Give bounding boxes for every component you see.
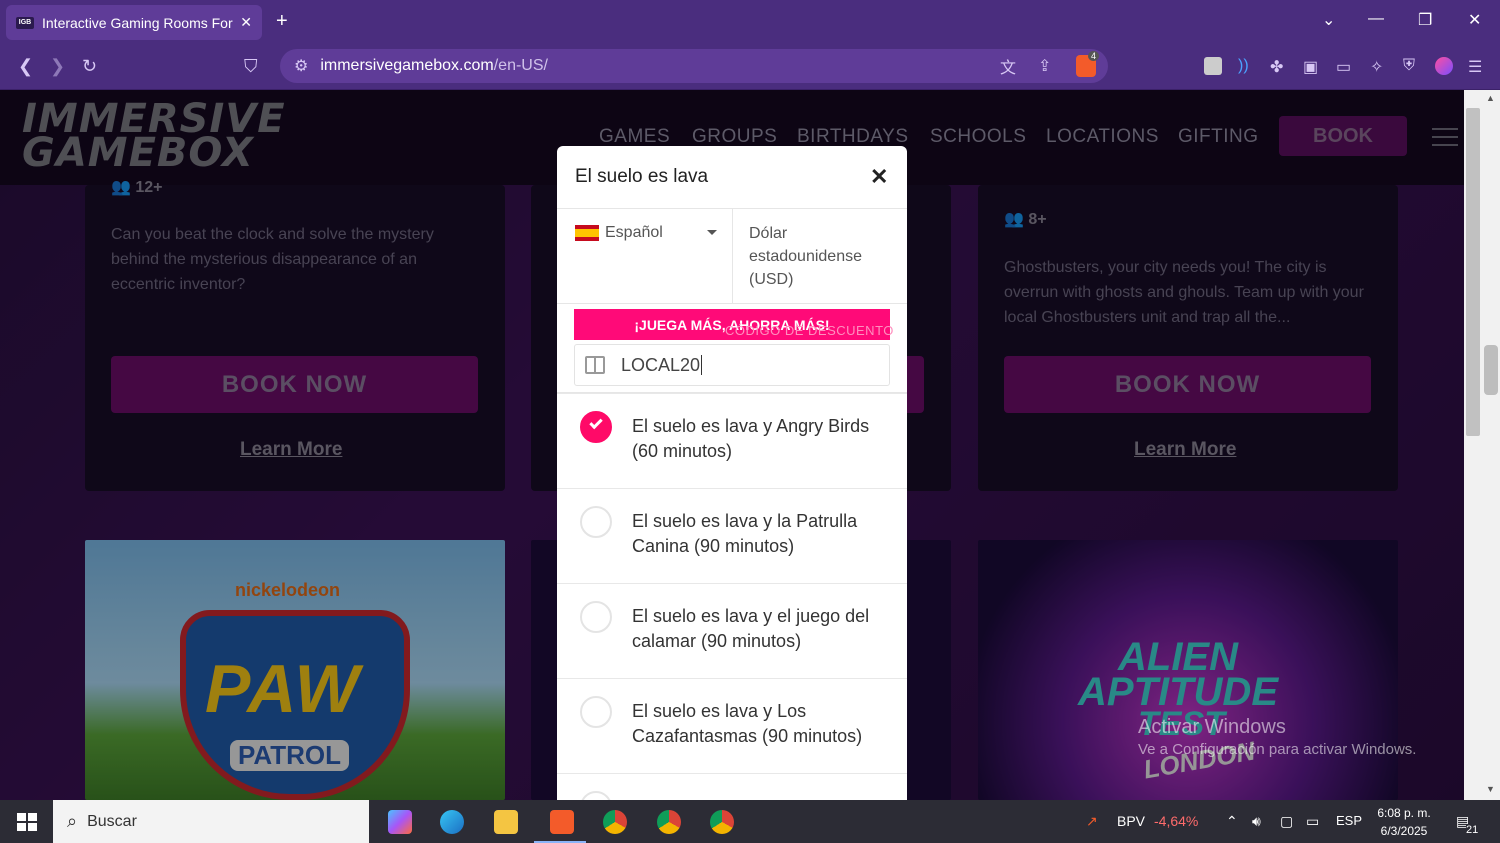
forward-icon[interactable]: ❯ xyxy=(50,56,65,77)
option-row[interactable]: El suelo es lava y la Patrulla Canina (9… xyxy=(557,488,907,583)
time: 6:08 p. m. xyxy=(1377,806,1431,820)
bookmark-icon[interactable]: ⛉ xyxy=(244,56,258,77)
rewards-icon[interactable] xyxy=(1435,57,1453,75)
wallet-icon[interactable]: ▭ xyxy=(1336,57,1351,77)
radio-icon[interactable] xyxy=(580,601,612,633)
option-label: El suelo es lava y Angry Birds (60 minut… xyxy=(632,416,870,461)
close-window-icon[interactable]: ✕ xyxy=(1468,10,1481,30)
gift-icon xyxy=(585,356,605,374)
watermark-subtitle: Ve a Configuración para activar Windows. xyxy=(1138,741,1417,758)
divider xyxy=(732,209,733,303)
edge-icon[interactable] xyxy=(440,810,464,834)
scrollbar-thumb[interactable] xyxy=(1466,108,1480,436)
leo-ai-icon[interactable]: ✧ xyxy=(1370,57,1383,77)
browser-tab-strip: IGB Interactive Gaming Rooms For / ✕ + ⌄… xyxy=(0,0,1500,44)
language-selector[interactable]: Español xyxy=(575,224,663,242)
reload-icon[interactable]: ↻ xyxy=(82,56,97,77)
restore-icon[interactable]: ❐ xyxy=(1418,10,1432,30)
option-row[interactable]: El suelo es lava y el juego del calamar … xyxy=(557,583,907,678)
booking-modal: El suelo es lava ✕ Español Dólar estadou… xyxy=(557,146,907,800)
site-settings-icon[interactable]: ⚙ xyxy=(294,56,308,76)
stock-trend-icon: ↗ xyxy=(1086,813,1098,829)
notification-count: 21 xyxy=(1466,824,1479,836)
translate-icon[interactable]: 文 xyxy=(1000,54,1016,78)
copilot-icon[interactable] xyxy=(388,810,412,834)
sidebar-icon[interactable]: ▣ xyxy=(1303,57,1318,77)
close-tab-icon[interactable]: ✕ xyxy=(240,14,252,31)
chrome-profile-2-icon[interactable] xyxy=(710,810,734,834)
option-label: El suelo es lava y Los Cazafantasmas (90… xyxy=(632,701,863,746)
stock-name[interactable]: BPV xyxy=(1117,813,1145,829)
radio-icon[interactable] xyxy=(580,791,612,800)
volume-icon[interactable]: 🔊︎ xyxy=(1252,813,1261,830)
input-language[interactable]: ESP xyxy=(1336,813,1362,828)
browser-tab[interactable]: IGB Interactive Gaming Rooms For / ✕ xyxy=(6,5,262,40)
chevron-up-icon[interactable]: ⌃ xyxy=(1226,813,1238,830)
discount-code-value: LOCAL20 xyxy=(621,354,701,375)
option-row[interactable]: El suelo es lava y Los Cazafantasmas (90… xyxy=(557,678,907,773)
extension-icon[interactable] xyxy=(1204,57,1222,75)
search-placeholder: Buscar xyxy=(87,812,137,830)
scrollbar-thumb-secondary[interactable] xyxy=(1484,345,1498,395)
new-tab-icon[interactable]: + xyxy=(276,10,288,33)
spain-flag-icon xyxy=(575,225,599,241)
search-icon: ⌕ xyxy=(67,811,78,831)
chrome-icon[interactable] xyxy=(603,810,627,834)
option-label: El suelo es lava y la Patrulla Canina (9… xyxy=(632,511,858,556)
currency-selector[interactable]: Dólar estadounidense (USD) xyxy=(749,222,889,291)
watermark-title: Activar Windows xyxy=(1138,716,1286,738)
radio-icon[interactable] xyxy=(580,506,612,538)
network-icon[interactable]: ▭ xyxy=(1306,813,1319,830)
text-cursor xyxy=(701,355,703,375)
option-row-partial[interactable] xyxy=(557,773,907,800)
back-icon[interactable]: ❮ xyxy=(18,56,33,77)
windows-watermark: Activar Windows Ve a Configuración para … xyxy=(1138,716,1416,758)
browser-toolbar: ❮ ❯ ↻ ⛉ ⚙ immersivegamebox.com/en-US/ 文 … xyxy=(0,44,1500,90)
vpn-icon[interactable]: ⛨ xyxy=(1403,57,1415,75)
wallet-waves-icon[interactable]: )) xyxy=(1238,57,1249,75)
chevron-down-icon[interactable] xyxy=(707,230,717,235)
option-label: El suelo es lava y el juego del calamar … xyxy=(632,606,870,651)
discount-code-field[interactable]: LOCAL20 xyxy=(574,344,890,386)
brave-icon[interactable] xyxy=(550,810,574,834)
stock-change: -4,64% xyxy=(1154,813,1199,829)
radio-icon[interactable] xyxy=(580,696,612,728)
address-bar[interactable]: ⚙ immersivegamebox.com/en-US/ 文 ⇪ 4 xyxy=(280,49,1108,83)
share-icon[interactable]: ⇪ xyxy=(1038,56,1051,76)
taskbar-search[interactable]: ⌕ Buscar xyxy=(53,800,369,843)
promo-ghost-text: CÓDIGO DE DESCUENTO xyxy=(725,323,894,338)
tab-title: Interactive Gaming Rooms For / xyxy=(42,14,235,31)
close-icon[interactable]: ✕ xyxy=(870,164,888,190)
menu-icon[interactable]: ☰ xyxy=(1468,57,1482,77)
option-row[interactable]: El suelo es lava y Angry Birds (60 minut… xyxy=(557,393,907,488)
puzzle-icon[interactable]: ✤ xyxy=(1270,57,1283,77)
url-host: immersivegamebox.com xyxy=(320,57,494,74)
scroll-down-icon[interactable]: ▼ xyxy=(1486,784,1495,794)
minimize-icon[interactable]: — xyxy=(1368,10,1384,28)
chrome-profile-icon[interactable] xyxy=(657,810,681,834)
modal-title: El suelo es lava xyxy=(575,166,709,187)
file-explorer-icon[interactable] xyxy=(494,810,518,834)
tab-search-chevron-icon[interactable]: ⌄ xyxy=(1322,10,1335,30)
site-favicon-icon: IGB xyxy=(16,16,34,29)
windows-start-icon[interactable] xyxy=(17,813,37,831)
battery-icon[interactable]: ▢ xyxy=(1280,813,1293,830)
clock[interactable]: 6:08 p. m. 6/3/2025 xyxy=(1372,804,1436,840)
language-label: Español xyxy=(605,224,663,241)
windows-taskbar: ⌕ Buscar ↗ BPV -4,64% ⌃ 🔊︎ ▢ ▭ ESP 6:08 … xyxy=(0,800,1500,843)
checked-radio-icon[interactable] xyxy=(580,411,612,443)
date: 6/3/2025 xyxy=(1380,824,1428,838)
divider xyxy=(557,303,907,304)
url-path: /en-US/ xyxy=(493,57,548,74)
brave-badge: 4 xyxy=(1088,51,1100,61)
scroll-up-icon[interactable]: ▲ xyxy=(1486,93,1495,103)
